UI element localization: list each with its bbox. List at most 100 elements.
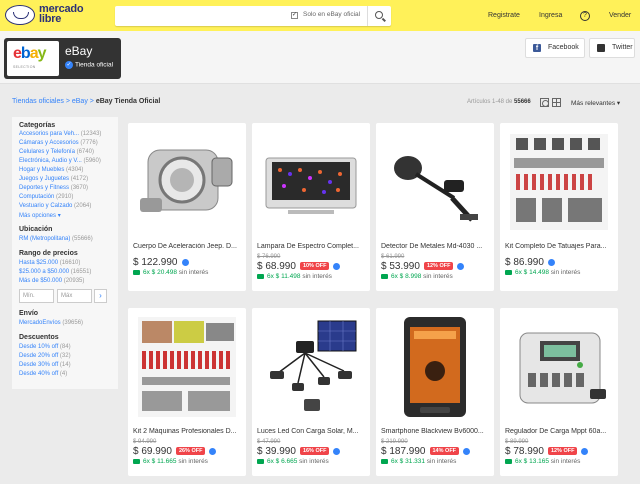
sell-link[interactable]: Vender bbox=[609, 12, 631, 19]
grid-view-icon[interactable] bbox=[552, 98, 561, 107]
verified-check-icon bbox=[463, 447, 471, 455]
installments-info: 6x $ 14.498 sin interés bbox=[505, 269, 580, 276]
help-icon[interactable]: ? bbox=[580, 11, 590, 21]
discount-filter[interactable]: Desde 30% off (14) bbox=[19, 362, 71, 368]
location-title: Ubicación bbox=[19, 226, 53, 233]
product-price: $ 187.990 14% OFF bbox=[381, 446, 471, 457]
category-filter[interactable]: Computación (2910) bbox=[19, 194, 73, 200]
product-title[interactable]: Smartphone Blackview Bv6000... bbox=[381, 428, 491, 435]
product-price: $ 78.990 12% OFF bbox=[505, 446, 589, 457]
credit-card-icon bbox=[133, 458, 140, 464]
breadcrumb-item[interactable]: eBay bbox=[72, 98, 88, 105]
discount-badge: 16% OFF bbox=[299, 447, 330, 456]
ebay-logo: ebay SELECTION bbox=[7, 41, 59, 76]
installments-info: 6x $ 13.165 sin interés bbox=[505, 458, 580, 465]
product-price: $ 39.990 16% OFF bbox=[257, 446, 341, 457]
original-price: $ 94.990 bbox=[133, 439, 157, 445]
results-count: Artículos 1-48 de 55666 bbox=[467, 99, 531, 105]
credit-card-icon bbox=[381, 458, 388, 464]
register-link[interactable]: Registrate bbox=[488, 12, 520, 19]
categories-title: Categorías bbox=[19, 122, 56, 129]
category-filter[interactable]: Cámaras y Accesorios (7776) bbox=[19, 140, 98, 146]
product-price: $ 53.990 12% OFF bbox=[381, 261, 465, 272]
product-price: $ 69.990 26% OFF bbox=[133, 446, 217, 457]
category-filter[interactable]: Hogar y Muebles (4304) bbox=[19, 167, 83, 173]
verified-check-icon bbox=[581, 447, 589, 455]
product-title[interactable]: Kit 2 Máquinas Profesionales D... bbox=[133, 428, 243, 435]
product-card[interactable]: Kit 2 Máquinas Profesionales D... $ 94.99… bbox=[128, 308, 246, 476]
mercadolibre-logo[interactable]: mercado libre bbox=[5, 3, 95, 29]
login-link[interactable]: Ingresa bbox=[539, 12, 562, 19]
search-input[interactable]: ✓ Solo en eBay oficial bbox=[115, 6, 391, 26]
scope-checkbox[interactable]: ✓ bbox=[291, 12, 298, 19]
charge-controller-image[interactable] bbox=[506, 313, 612, 421]
product-title[interactable]: Detector De Metales Md-4030 ... bbox=[381, 243, 491, 250]
twitter-icon bbox=[597, 44, 605, 52]
twitter-button[interactable]: Twitter bbox=[589, 38, 635, 58]
verified-check-icon bbox=[333, 262, 341, 270]
store-card[interactable]: ebay SELECTION eBay ✓ Tienda oficial bbox=[4, 38, 121, 79]
list-view-icon[interactable] bbox=[540, 98, 549, 107]
shipping-filter[interactable]: MercadoEnvíos (39656) bbox=[19, 320, 83, 326]
led-grow-lamp-image[interactable] bbox=[258, 128, 364, 236]
product-card[interactable]: Luces Led Con Carga Solar, M... $ 47.990 $… bbox=[252, 308, 370, 476]
credit-card-icon bbox=[505, 458, 512, 464]
installments-info: 6x $ 8.998 sin interés bbox=[381, 273, 453, 280]
breadcrumb-item[interactable]: Tiendas oficiales bbox=[12, 98, 64, 105]
store-name: eBay bbox=[65, 44, 93, 58]
solar-lights-image[interactable] bbox=[258, 313, 364, 421]
min-price-input[interactable]: Mín. bbox=[19, 289, 54, 303]
product-title[interactable]: Luces Led Con Carga Solar, M... bbox=[257, 428, 367, 435]
installments-info: 6x $ 11.665 sin interés bbox=[133, 458, 208, 465]
price-go-button[interactable]: › bbox=[94, 289, 107, 303]
product-card[interactable]: Regulador De Carga Mppt 60a... $ 89.990 $ … bbox=[500, 308, 618, 476]
installments-info: 6x $ 20.498 sin interés bbox=[133, 269, 208, 276]
price-filter[interactable]: Más de $50.000 (20935) bbox=[19, 278, 84, 284]
category-filter[interactable]: Juegos y Juguetes (4172) bbox=[19, 176, 88, 182]
price-filter[interactable]: Hasta $25.000 (16610) bbox=[19, 260, 80, 266]
verified-check-icon bbox=[333, 447, 341, 455]
product-title[interactable]: Lampara De Espectro Complet... bbox=[257, 243, 367, 250]
verified-check-icon bbox=[209, 447, 217, 455]
price-filter[interactable]: $25.000 a $50.000 (16551) bbox=[19, 269, 91, 275]
discount-filter[interactable]: Desde 40% off (4) bbox=[19, 371, 67, 377]
product-card[interactable]: Lampara De Espectro Complet... $ 76.990 $ … bbox=[252, 123, 370, 291]
installments-info: 6x $ 11.498 sin interés bbox=[257, 273, 332, 280]
category-filter[interactable]: Electrónica, Audio y V... (5960) bbox=[19, 158, 101, 164]
search-button[interactable] bbox=[367, 6, 391, 26]
product-title[interactable]: Regulador De Carga Mppt 60a... bbox=[505, 428, 615, 435]
product-price: $ 86.990 bbox=[505, 257, 555, 268]
product-title[interactable]: Cuerpo De Aceleración Jeep. D... bbox=[133, 243, 243, 250]
discounts-title: Descuentos bbox=[19, 334, 59, 341]
facebook-button[interactable]: f Facebook bbox=[525, 38, 585, 58]
more-options-link[interactable]: Más opciones ▾ bbox=[19, 212, 61, 219]
installments-info: 6x $ 31.331 sin interés bbox=[381, 458, 456, 465]
product-price: $ 122.990 bbox=[133, 257, 189, 268]
metal-detector-image[interactable] bbox=[382, 128, 488, 236]
discount-filter[interactable]: Desde 10% off (84) bbox=[19, 344, 71, 350]
credit-card-icon bbox=[257, 458, 264, 464]
handshake-icon bbox=[5, 5, 35, 25]
product-title[interactable]: Kit Completo De Tatuajes Para... bbox=[505, 243, 615, 250]
product-card[interactable]: Cuerpo De Aceleración Jeep. D... $ 122.99… bbox=[128, 123, 246, 291]
sort-dropdown[interactable]: Más relevantes ▾ bbox=[571, 99, 620, 107]
discount-badge: 12% OFF bbox=[423, 262, 454, 271]
throttle-body-image[interactable] bbox=[134, 128, 240, 236]
rugged-phone-image[interactable] bbox=[382, 313, 488, 421]
verified-check-icon bbox=[457, 262, 465, 270]
max-price-input[interactable]: Máx bbox=[57, 289, 92, 303]
discount-badge: 14% OFF bbox=[429, 447, 460, 456]
category-filter[interactable]: Accesorios para Veh... (12343) bbox=[19, 131, 101, 137]
category-filter[interactable]: Celulares y Telefonía (6740) bbox=[19, 149, 94, 155]
category-filter[interactable]: Deportes y Fitness (3670) bbox=[19, 185, 88, 191]
original-price: $ 61.990 bbox=[381, 254, 405, 260]
product-card[interactable]: Kit Completo De Tatuajes Para... $ 86.990… bbox=[500, 123, 618, 291]
tattoo-machines-image[interactable] bbox=[134, 313, 240, 421]
location-filter[interactable]: RM (Metropolitana) (55666) bbox=[19, 236, 93, 242]
category-filter[interactable]: Vestuario y Calzado (2064) bbox=[19, 203, 91, 209]
discount-filter[interactable]: Desde 20% off (32) bbox=[19, 353, 71, 359]
breadcrumb-current: eBay Tienda Oficial bbox=[95, 98, 161, 105]
product-card[interactable]: Detector De Metales Md-4030 ... $ 61.990 $… bbox=[376, 123, 494, 291]
tattoo-kit-image[interactable] bbox=[506, 128, 612, 236]
product-card[interactable]: Smartphone Blackview Bv6000... $ 219.990 $… bbox=[376, 308, 494, 476]
